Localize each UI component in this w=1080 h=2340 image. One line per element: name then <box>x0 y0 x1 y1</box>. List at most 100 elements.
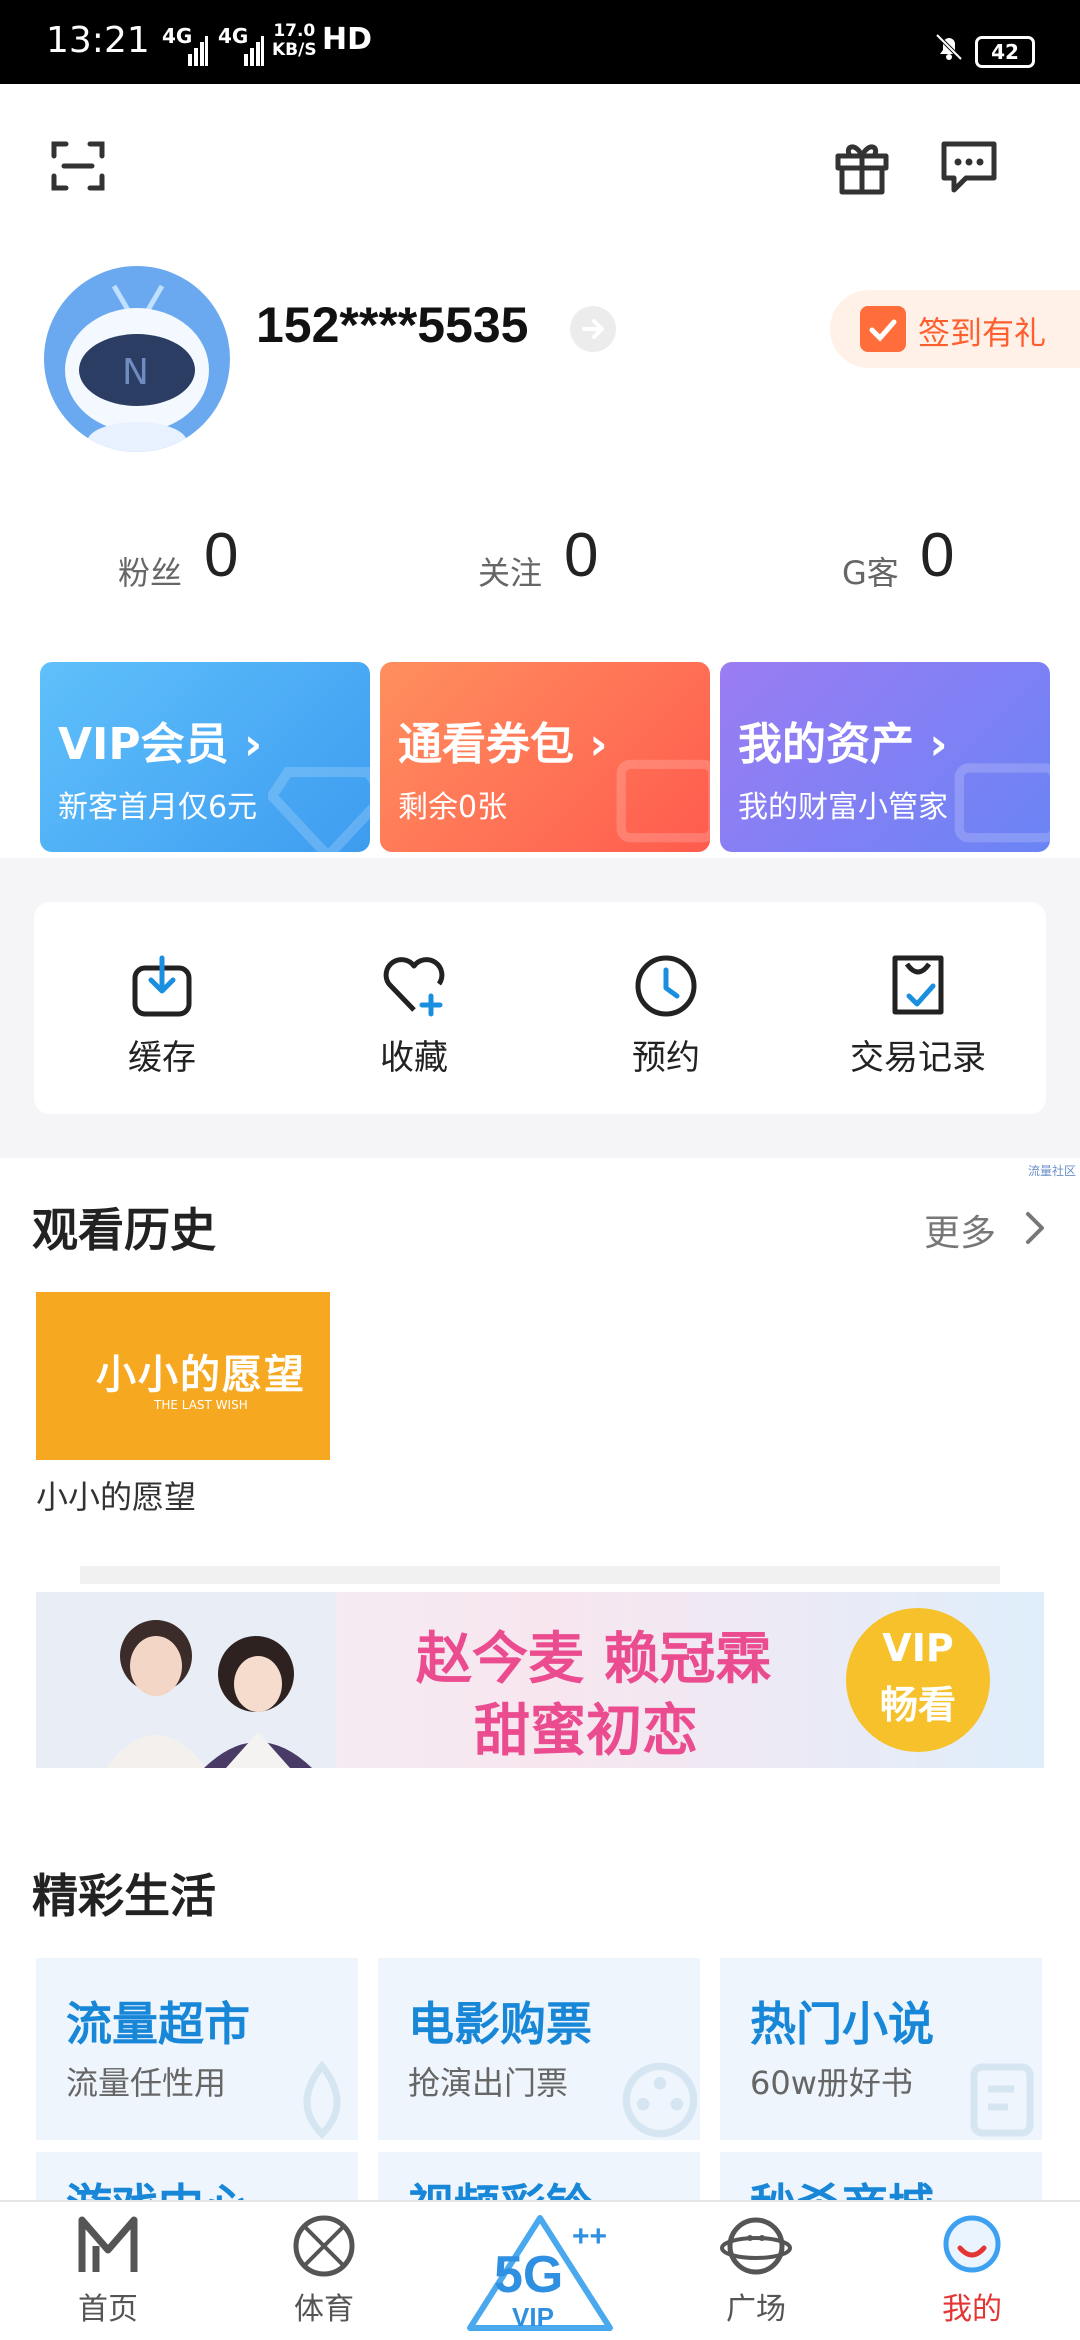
life-item-novels[interactable]: 热门小说 60w册好书 <box>720 1958 1042 2140</box>
heart-plus-icon <box>383 957 445 1017</box>
life-section-title: 精彩生活 <box>32 1869 216 1923</box>
astronaut-avatar-icon: N <box>65 284 209 452</box>
calendar-check-icon <box>860 306 906 352</box>
status-time: 13:21 <box>46 20 150 61</box>
tab-label: VIP <box>512 2302 554 2332</box>
life-item-subtitle: 抢演出门票 <box>408 2064 569 2102</box>
coupon-card[interactable]: 通看券包 › 剩余0张 <box>380 662 710 852</box>
tab-label: 首页 <box>78 2292 138 2327</box>
stat-value: 0 <box>564 521 599 590</box>
svg-text:++: ++ <box>572 2220 607 2253</box>
checkin-label: 签到有礼 <box>918 314 1047 352</box>
card-subtitle: 我的财富小管家 <box>738 790 948 825</box>
tools-panel: 缓存 收藏 预约 交易记录 <box>34 902 1046 1114</box>
profile-arrow-icon[interactable] <box>570 306 616 352</box>
scan-icon[interactable] <box>48 136 108 196</box>
vip-badge: VIP 畅看 <box>846 1608 990 1752</box>
status-bar: 13:21 4G 4G 17.0 KB/S HD 42 <box>0 0 1080 84</box>
card-title: VIP会员 › <box>58 719 263 770</box>
card-subtitle: 剩余0张 <box>398 790 508 825</box>
history-thumbnail[interactable]: 小小的愿望 THE LAST WISH <box>36 1292 330 1460</box>
card-title: 通看券包 › <box>398 719 608 770</box>
life-item-subtitle: 流量任性用 <box>66 2064 227 2102</box>
card-title: 我的资产 › <box>738 719 948 770</box>
thumbnail-subtitle: THE LAST WISH <box>154 1398 248 1412</box>
tab-5g-vip[interactable]: 5G ++ VIP <box>460 2210 620 2338</box>
life-item-video-ringtone[interactable]: 视频彩铃 <box>378 2152 700 2200</box>
life-item-title: 电影购票 <box>408 1997 592 2051</box>
phone-number[interactable]: 152****5535 <box>256 296 529 354</box>
life-item-title: 游戏中心 <box>66 2170 250 2200</box>
banner-line-2: 甜蜜初恋 <box>474 1699 698 1764</box>
tool-label: 预约 <box>632 1038 700 1078</box>
basketball-icon <box>293 2215 355 2277</box>
smile-face-icon <box>943 2215 1001 2273</box>
tool-label: 交易记录 <box>850 1038 986 1078</box>
vip-member-card[interactable]: VIP会员 › 新客首月仅6元 <box>40 662 370 852</box>
life-item-title: 秒杀商城 <box>750 2170 934 2200</box>
planet-icon <box>720 2217 792 2275</box>
svg-text:5G: 5G <box>494 2246 563 2304</box>
life-item-movie-tickets[interactable]: 电影购票 抢演出门票 <box>378 1958 700 2140</box>
battery-indicator: 42 <box>975 36 1035 68</box>
message-icon[interactable] <box>938 136 1000 196</box>
receipt-check-icon <box>892 955 944 1015</box>
life-item-title: 流量超市 <box>66 1997 250 2051</box>
tool-reservation[interactable]: 预约 <box>556 950 776 1100</box>
tool-label: 收藏 <box>380 1038 448 1078</box>
book-icon <box>970 2063 1034 2137</box>
network-speed-unit: KB/S <box>272 40 317 60</box>
life-item-traffic-market[interactable]: 流量超市 流量任性用 <box>36 1958 358 2140</box>
tab-home[interactable]: 首页 <box>38 2210 178 2340</box>
card-subtitle: 新客首月仅6元 <box>58 790 258 825</box>
mute-bell-icon <box>935 33 963 61</box>
stat-value: 0 <box>204 521 239 590</box>
checkin-button[interactable]: 签到有礼 <box>830 290 1080 368</box>
tab-sports[interactable]: 体育 <box>254 2210 394 2340</box>
diamond-icon <box>268 767 370 852</box>
stat-following[interactable]: 关注 0 <box>478 520 678 600</box>
stat-value: 0 <box>920 521 955 590</box>
life-item-subtitle: 60w册好书 <box>750 2064 913 2102</box>
avatar[interactable]: N <box>44 266 230 452</box>
droplet-icon <box>303 2060 341 2139</box>
download-icon <box>132 955 192 1017</box>
history-item-title[interactable]: 小小的愿望 <box>36 1472 196 1518</box>
network-speed-value: 17.0 <box>273 21 316 41</box>
vip-badge-line-1: VIP <box>882 1626 954 1670</box>
tool-cache[interactable]: 缓存 <box>52 950 272 1100</box>
stat-gke[interactable]: G客 0 <box>842 520 1042 600</box>
tool-transactions[interactable]: 交易记录 <box>808 950 1028 1100</box>
film-reel-icon <box>622 2062 698 2138</box>
stat-fans[interactable]: 粉丝 0 <box>118 520 318 600</box>
banner-people-image <box>36 1592 336 1768</box>
assets-card[interactable]: 我的资产 › 我的财富小管家 <box>720 662 1050 852</box>
signal-bars-icon <box>188 36 208 66</box>
vip-badge-line-2: 畅看 <box>879 1683 956 1727</box>
life-item-games[interactable]: 游戏中心 <box>36 2152 358 2200</box>
life-item-flash-sale[interactable]: 秒杀商城 <box>720 2152 1042 2200</box>
stat-label: 粉丝 <box>118 554 183 592</box>
chevron-right-icon[interactable] <box>1020 1208 1050 1248</box>
tab-plaza[interactable]: 广场 <box>686 2210 826 2340</box>
tab-label: 广场 <box>726 2292 786 2327</box>
history-section-title: 观看历史 <box>32 1203 216 1257</box>
promo-banner[interactable]: 赵今麦 赖冠霖 甜蜜初恋 VIP 畅看 <box>36 1592 1044 1768</box>
home-logo-icon <box>78 2216 138 2272</box>
banner-line-1: 赵今麦 赖冠霖 <box>416 1627 772 1692</box>
tab-label: 体育 <box>294 2292 354 2327</box>
tab-mine[interactable]: 我的 <box>902 2210 1042 2340</box>
wallet-icon <box>954 763 1050 843</box>
banner-shadow <box>80 1566 1000 1584</box>
hd-indicator: HD <box>322 22 373 57</box>
svg-text:N: N <box>122 352 149 393</box>
gift-icon[interactable] <box>832 136 892 196</box>
history-more-link[interactable]: 更多 <box>924 1204 996 1256</box>
stat-label: 关注 <box>478 554 543 592</box>
corner-tag[interactable]: 流量社区 <box>1028 1162 1076 1179</box>
tab-label: 我的 <box>942 2292 1002 2327</box>
tool-favorites[interactable]: 收藏 <box>304 950 524 1100</box>
5g-vip-logo-icon: 5G ++ VIP <box>467 2215 613 2332</box>
life-item-title: 视频彩铃 <box>408 2170 592 2200</box>
life-item-title: 热门小说 <box>750 1997 934 2051</box>
